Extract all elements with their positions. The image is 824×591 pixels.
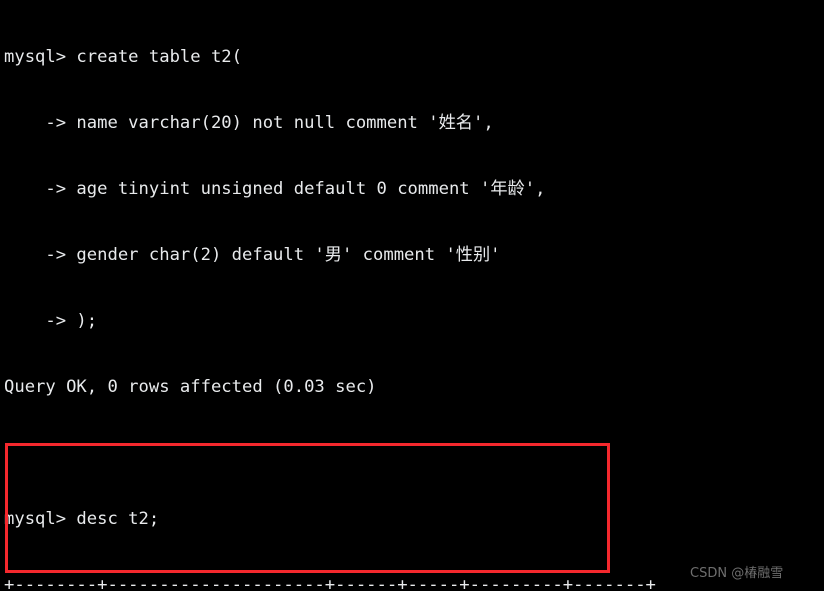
terminal-line: Query OK, 0 rows affected (0.03 sec)	[4, 377, 377, 397]
csdn-watermark: CSDN @椿融雪	[690, 566, 784, 581]
terminal-screen: mysql> create table t2( -> name varchar(…	[0, 0, 824, 591]
terminal-line: -> gender char(2) default '男' comment '性…	[4, 245, 501, 265]
terminal-line: mysql> desc t2;	[4, 509, 160, 529]
terminal-line: -> name varchar(20) not null comment '姓名…	[4, 113, 494, 133]
terminal-output[interactable]: mysql> create table t2( -> name varchar(…	[0, 0, 824, 591]
terminal-line: -> );	[4, 311, 98, 331]
terminal-line: -> age tinyint unsigned default 0 commen…	[4, 179, 546, 199]
terminal-line: mysql> create table t2(	[4, 47, 242, 67]
